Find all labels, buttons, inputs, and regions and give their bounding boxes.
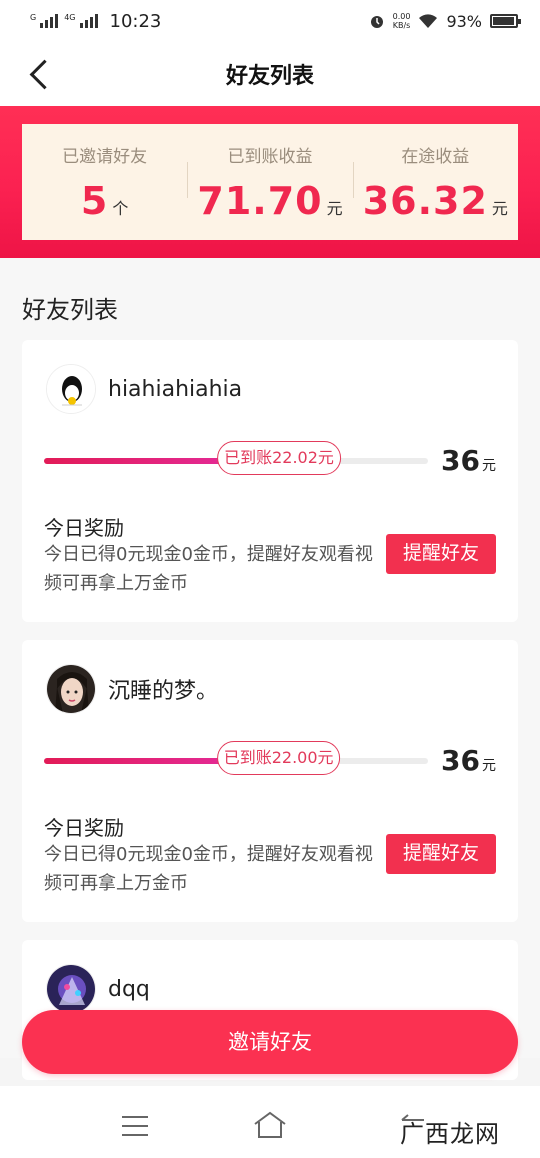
signal-icon: G bbox=[30, 14, 59, 28]
system-nav-bar: 广西龙网 bbox=[0, 1086, 540, 1158]
pending-unit: 元 bbox=[491, 198, 508, 218]
earnings-banner: 已邀请好友 5个 已到账收益 71.70 元 在途收益 36.32 元 bbox=[0, 106, 540, 258]
invited-value: 5 bbox=[80, 178, 109, 223]
signal-group: G 4G 10:23 bbox=[30, 11, 161, 32]
net-speed: 0.00 KB/s bbox=[392, 12, 411, 30]
pending-value: 36.32 bbox=[362, 178, 488, 223]
avatar[interactable] bbox=[46, 964, 96, 1014]
reward-description: 今日已得0元现金0金币，提醒好友观看视频可再拿上万金币 bbox=[44, 844, 373, 894]
invited-unit: 个 bbox=[112, 198, 129, 218]
target-amount: 36 元 bbox=[441, 744, 496, 777]
progress-label: 已到账22.00元 bbox=[216, 741, 341, 775]
nav-bar: 好友列表 bbox=[0, 42, 540, 106]
battery-percent: 93% bbox=[446, 11, 482, 31]
home-icon[interactable] bbox=[252, 1110, 288, 1140]
page-title: 好友列表 bbox=[225, 64, 314, 89]
progress-label: 已到账22.02元 bbox=[217, 441, 341, 475]
progress-bar: 已到账22.00元 bbox=[44, 741, 428, 775]
remind-friend-button[interactable]: 提醒好友 bbox=[386, 834, 496, 874]
signal-4g-icon: 4G bbox=[64, 14, 98, 28]
section-title: 好友列表 bbox=[22, 296, 118, 324]
target-amount: 36 元 bbox=[441, 444, 496, 477]
avatar[interactable] bbox=[46, 664, 96, 714]
friend-name: dqq bbox=[108, 976, 150, 1002]
status-bar: G 4G 10:23 0.00 KB/s 93% bbox=[0, 0, 540, 42]
earnings-summary: 已邀请好友 5个 已到账收益 71.70 元 在途收益 36.32 元 bbox=[22, 124, 518, 240]
alarm-icon bbox=[370, 16, 383, 28]
reward-description: 今日已得0元现金0金币，提醒好友观看视频可再拿上万金币 bbox=[44, 544, 373, 594]
menu-icon[interactable] bbox=[122, 1116, 148, 1136]
wifi-icon bbox=[419, 14, 438, 28]
reward-title: 今日奖励 bbox=[44, 816, 124, 840]
back-arrow-icon[interactable] bbox=[26, 58, 56, 90]
pending-label: 在途收益 bbox=[401, 146, 470, 167]
progress-bar: 已到账22.02元 bbox=[44, 441, 428, 475]
invited-label: 已邀请好友 bbox=[62, 146, 148, 167]
pending-stat: 在途收益 36.32 元 bbox=[352, 142, 518, 223]
status-time: 10:23 bbox=[109, 10, 162, 32]
friend-name: 沉睡的梦。 bbox=[108, 679, 219, 704]
invite-friends-button[interactable]: 邀请好友 bbox=[22, 1010, 518, 1074]
reward-title: 今日奖励 bbox=[44, 516, 124, 540]
watermark: 广西龙网 bbox=[400, 1120, 500, 1148]
received-stat: 已到账收益 71.70 元 bbox=[187, 142, 352, 223]
avatar[interactable] bbox=[46, 364, 96, 414]
received-value: 71.70 bbox=[197, 178, 323, 223]
battery-icon bbox=[490, 14, 521, 28]
received-unit: 元 bbox=[326, 198, 343, 218]
invited-stat: 已邀请好友 5个 bbox=[22, 142, 187, 223]
friend-card: hiahiahiahia 已到账22.02元 36 元 今日奖励 今日已得0元现金… bbox=[22, 340, 518, 622]
friend-list-section[interactable]: 好友列表 hiahiahiahia 已到账22.02元 36 元 今日奖励 今日已… bbox=[0, 258, 540, 1080]
remind-friend-button[interactable]: 提醒好友 bbox=[386, 534, 496, 574]
received-label: 已到账收益 bbox=[227, 146, 313, 167]
friend-name: hiahiahiahia bbox=[108, 376, 243, 402]
friend-card: 沉睡的梦。 已到账22.00元 36 元 今日奖励 今日已得0元现金0金币，提醒好… bbox=[22, 640, 518, 922]
